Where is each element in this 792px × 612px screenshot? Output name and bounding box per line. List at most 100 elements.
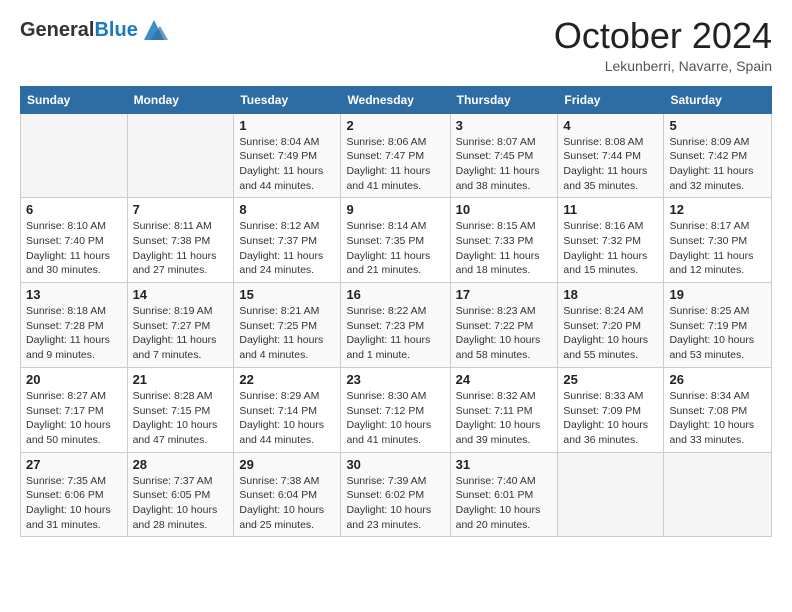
day-info: Sunrise: 8:22 AM Sunset: 7:23 PM Dayligh… bbox=[346, 304, 444, 363]
logo: GeneralBlue bbox=[20, 16, 168, 44]
day-number: 3 bbox=[456, 118, 553, 133]
calendar-cell: 7Sunrise: 8:11 AM Sunset: 7:38 PM Daylig… bbox=[127, 198, 234, 283]
day-info: Sunrise: 8:14 AM Sunset: 7:35 PM Dayligh… bbox=[346, 219, 444, 278]
day-number: 30 bbox=[346, 457, 444, 472]
day-info: Sunrise: 8:27 AM Sunset: 7:17 PM Dayligh… bbox=[26, 389, 122, 448]
day-number: 13 bbox=[26, 287, 122, 302]
day-number: 1 bbox=[239, 118, 335, 133]
calendar-week: 20 Sunrise: 8:27 AM Sunset: 7:17 PM Dayli… bbox=[21, 367, 772, 452]
day-number: 2 bbox=[346, 118, 444, 133]
weekday-header: Monday bbox=[127, 86, 234, 113]
day-info: Sunrise: 8:29 AM Sunset: 7:14 PM Dayligh… bbox=[239, 389, 335, 448]
calendar-cell: 18 Sunrise: 8:24 AM Sunset: 7:20 PM Dayli… bbox=[558, 283, 664, 368]
weekday-header: Sunday bbox=[21, 86, 128, 113]
day-number: 27 bbox=[26, 457, 122, 472]
day-number: 19 bbox=[669, 287, 766, 302]
calendar-table: SundayMondayTuesdayWednesdayThursdayFrid… bbox=[20, 86, 772, 538]
day-info: Sunrise: 8:21 AM Sunset: 7:25 PM Dayligh… bbox=[239, 304, 335, 363]
calendar-cell: 12 Sunrise: 8:17 AM Sunset: 7:30 PM Dayli… bbox=[664, 198, 772, 283]
calendar-cell: 29 Sunrise: 7:38 AM Sunset: 6:04 PM Dayli… bbox=[234, 452, 341, 537]
calendar-cell bbox=[558, 452, 664, 537]
calendar-cell: 5Sunrise: 8:09 AM Sunset: 7:42 PM Daylig… bbox=[664, 113, 772, 198]
calendar-body: 1 Sunrise: 8:04 AM Sunset: 7:49 PM Daylig… bbox=[21, 113, 772, 537]
calendar-cell: 1 Sunrise: 8:04 AM Sunset: 7:49 PM Daylig… bbox=[234, 113, 341, 198]
calendar-cell: 26 Sunrise: 8:34 AM Sunset: 7:08 PM Dayli… bbox=[664, 367, 772, 452]
day-number: 23 bbox=[346, 372, 444, 387]
day-number: 28 bbox=[133, 457, 229, 472]
calendar-cell: 30 Sunrise: 7:39 AM Sunset: 6:02 PM Dayli… bbox=[341, 452, 450, 537]
day-info: Sunrise: 8:32 AM Sunset: 7:11 PM Dayligh… bbox=[456, 389, 553, 448]
day-info: Sunrise: 8:19 AM Sunset: 7:27 PM Dayligh… bbox=[133, 304, 229, 363]
day-number: 25 bbox=[563, 372, 658, 387]
calendar-cell: 22 Sunrise: 8:29 AM Sunset: 7:14 PM Dayli… bbox=[234, 367, 341, 452]
day-info: Sunrise: 8:08 AM Sunset: 7:44 PM Dayligh… bbox=[563, 135, 658, 194]
calendar-cell bbox=[21, 113, 128, 198]
weekday-header: Saturday bbox=[664, 86, 772, 113]
calendar-cell: 10Sunrise: 8:15 AM Sunset: 7:33 PM Dayli… bbox=[450, 198, 558, 283]
day-info: Sunrise: 8:11 AM Sunset: 7:38 PM Dayligh… bbox=[133, 219, 229, 278]
day-number: 22 bbox=[239, 372, 335, 387]
calendar-cell: 15 Sunrise: 8:21 AM Sunset: 7:25 PM Dayli… bbox=[234, 283, 341, 368]
day-number: 12 bbox=[669, 202, 766, 217]
day-info: Sunrise: 8:06 AM Sunset: 7:47 PM Dayligh… bbox=[346, 135, 444, 194]
calendar-cell: 4 Sunrise: 8:08 AM Sunset: 7:44 PM Daylig… bbox=[558, 113, 664, 198]
day-number: 29 bbox=[239, 457, 335, 472]
month-title: October 2024 bbox=[554, 16, 772, 56]
calendar-page: GeneralBlue October 2024 Lekunberri, Nav… bbox=[0, 0, 792, 557]
calendar-cell: 25Sunrise: 8:33 AM Sunset: 7:09 PM Dayli… bbox=[558, 367, 664, 452]
day-info: Sunrise: 8:17 AM Sunset: 7:30 PM Dayligh… bbox=[669, 219, 766, 278]
calendar-cell: 24Sunrise: 8:32 AM Sunset: 7:11 PM Dayli… bbox=[450, 367, 558, 452]
day-number: 14 bbox=[133, 287, 229, 302]
calendar-week: 1 Sunrise: 8:04 AM Sunset: 7:49 PM Daylig… bbox=[21, 113, 772, 198]
header: GeneralBlue October 2024 Lekunberri, Nav… bbox=[20, 16, 772, 74]
location-subtitle: Lekunberri, Navarre, Spain bbox=[554, 58, 772, 74]
day-info: Sunrise: 8:34 AM Sunset: 7:08 PM Dayligh… bbox=[669, 389, 766, 448]
day-number: 20 bbox=[26, 372, 122, 387]
logo-general: General bbox=[20, 19, 94, 41]
calendar-cell: 17Sunrise: 8:23 AM Sunset: 7:22 PM Dayli… bbox=[450, 283, 558, 368]
day-number: 6 bbox=[26, 202, 122, 217]
calendar-cell: 28 Sunrise: 7:37 AM Sunset: 6:05 PM Dayli… bbox=[127, 452, 234, 537]
calendar-cell: 31Sunrise: 7:40 AM Sunset: 6:01 PM Dayli… bbox=[450, 452, 558, 537]
calendar-cell: 3 Sunrise: 8:07 AM Sunset: 7:45 PM Daylig… bbox=[450, 113, 558, 198]
day-number: 8 bbox=[239, 202, 335, 217]
day-info: Sunrise: 8:04 AM Sunset: 7:49 PM Dayligh… bbox=[239, 135, 335, 194]
calendar-cell: 9 Sunrise: 8:14 AM Sunset: 7:35 PM Daylig… bbox=[341, 198, 450, 283]
calendar-cell: 20 Sunrise: 8:27 AM Sunset: 7:17 PM Dayli… bbox=[21, 367, 128, 452]
weekday-row: SundayMondayTuesdayWednesdayThursdayFrid… bbox=[21, 86, 772, 113]
day-info: Sunrise: 7:35 AM Sunset: 6:06 PM Dayligh… bbox=[26, 474, 122, 533]
day-info: Sunrise: 7:37 AM Sunset: 6:05 PM Dayligh… bbox=[133, 474, 229, 533]
day-number: 15 bbox=[239, 287, 335, 302]
calendar-cell: 13 Sunrise: 8:18 AM Sunset: 7:28 PM Dayli… bbox=[21, 283, 128, 368]
day-info: Sunrise: 8:10 AM Sunset: 7:40 PM Dayligh… bbox=[26, 219, 122, 278]
day-number: 26 bbox=[669, 372, 766, 387]
day-info: Sunrise: 8:07 AM Sunset: 7:45 PM Dayligh… bbox=[456, 135, 553, 194]
day-number: 5 bbox=[669, 118, 766, 133]
day-info: Sunrise: 8:24 AM Sunset: 7:20 PM Dayligh… bbox=[563, 304, 658, 363]
calendar-cell bbox=[127, 113, 234, 198]
day-info: Sunrise: 7:39 AM Sunset: 6:02 PM Dayligh… bbox=[346, 474, 444, 533]
day-number: 21 bbox=[133, 372, 229, 387]
title-block: October 2024 Lekunberri, Navarre, Spain bbox=[554, 16, 772, 74]
day-info: Sunrise: 8:16 AM Sunset: 7:32 PM Dayligh… bbox=[563, 219, 658, 278]
day-number: 16 bbox=[346, 287, 444, 302]
day-number: 10 bbox=[456, 202, 553, 217]
day-number: 9 bbox=[346, 202, 444, 217]
day-info: Sunrise: 8:18 AM Sunset: 7:28 PM Dayligh… bbox=[26, 304, 122, 363]
day-info: Sunrise: 8:12 AM Sunset: 7:37 PM Dayligh… bbox=[239, 219, 335, 278]
day-number: 18 bbox=[563, 287, 658, 302]
day-info: Sunrise: 8:28 AM Sunset: 7:15 PM Dayligh… bbox=[133, 389, 229, 448]
day-number: 11 bbox=[563, 202, 658, 217]
calendar-cell bbox=[664, 452, 772, 537]
day-info: Sunrise: 7:38 AM Sunset: 6:04 PM Dayligh… bbox=[239, 474, 335, 533]
weekday-header: Thursday bbox=[450, 86, 558, 113]
day-number: 17 bbox=[456, 287, 553, 302]
calendar-week: 6 Sunrise: 8:10 AM Sunset: 7:40 PM Daylig… bbox=[21, 198, 772, 283]
calendar-week: 27 Sunrise: 7:35 AM Sunset: 6:06 PM Dayli… bbox=[21, 452, 772, 537]
calendar-cell: 19Sunrise: 8:25 AM Sunset: 7:19 PM Dayli… bbox=[664, 283, 772, 368]
day-number: 4 bbox=[563, 118, 658, 133]
calendar-header: SundayMondayTuesdayWednesdayThursdayFrid… bbox=[21, 86, 772, 113]
calendar-cell: 14 Sunrise: 8:19 AM Sunset: 7:27 PM Dayli… bbox=[127, 283, 234, 368]
calendar-cell: 6 Sunrise: 8:10 AM Sunset: 7:40 PM Daylig… bbox=[21, 198, 128, 283]
calendar-cell: 23Sunrise: 8:30 AM Sunset: 7:12 PM Dayli… bbox=[341, 367, 450, 452]
